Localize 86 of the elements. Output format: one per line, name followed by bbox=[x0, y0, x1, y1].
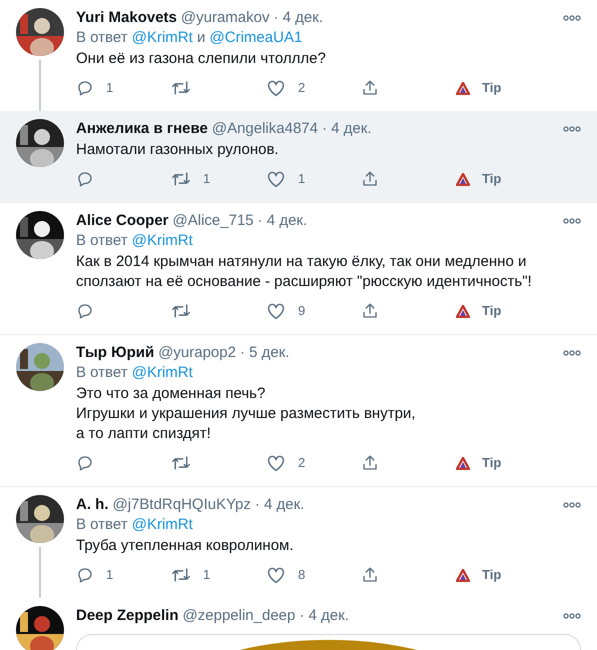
tweet-date[interactable]: · 4 дек. bbox=[273, 8, 323, 28]
reply-context: В ответ @KrimRt bbox=[76, 363, 194, 383]
tweet-date[interactable]: · 4 дек. bbox=[258, 211, 308, 231]
triangle-icon bbox=[456, 568, 470, 582]
reply-context: В ответ @KrimRt bbox=[76, 515, 194, 535]
more-icon[interactable] bbox=[563, 502, 581, 508]
heart-icon bbox=[266, 566, 286, 584]
author-handle[interactable]: @yuramakov bbox=[180, 8, 270, 28]
share-icon bbox=[361, 79, 379, 97]
more-icon[interactable] bbox=[563, 15, 581, 21]
heart-icon bbox=[266, 302, 286, 320]
count: 2 bbox=[298, 79, 306, 98]
retweet-icon bbox=[171, 454, 191, 472]
share-icon bbox=[361, 454, 379, 472]
more-icon[interactable] bbox=[563, 350, 581, 356]
like-button[interactable]: 9 bbox=[266, 301, 361, 321]
retweet-button[interactable]: 1 bbox=[171, 169, 266, 189]
retweet-icon bbox=[171, 170, 191, 188]
heart-icon bbox=[266, 79, 286, 97]
count: 1 bbox=[203, 170, 210, 188]
reply-icon bbox=[76, 454, 94, 472]
retweet-button[interactable]: 1 bbox=[171, 565, 266, 585]
mention-link[interactable]: @KrimRt bbox=[132, 364, 193, 381]
reply-icon bbox=[76, 302, 94, 320]
like-button[interactable]: 2 bbox=[266, 78, 361, 98]
count: 1 bbox=[203, 566, 210, 584]
triangle-icon bbox=[456, 456, 470, 470]
tip-button[interactable]: Tip bbox=[456, 453, 502, 473]
count: 8 bbox=[298, 566, 306, 584]
more-icon[interactable] bbox=[563, 126, 581, 132]
mention-link[interactable]: @KrimRt bbox=[132, 29, 197, 46]
tweet-text: Это что за доменная печь? Игрушки и украшения лучше разместить внутри, а то лапти спиздят! bbox=[76, 384, 416, 444]
more-icon[interactable] bbox=[563, 613, 581, 619]
count: 1 bbox=[106, 566, 114, 584]
author-name[interactable]: Тыр Юрий bbox=[76, 343, 154, 363]
retweet-icon bbox=[171, 79, 191, 97]
author-name[interactable]: Анжелика в гневе bbox=[76, 119, 208, 139]
reply-context: В ответ @KrimRt bbox=[76, 231, 194, 251]
reply-icon bbox=[76, 79, 94, 97]
count: 1 bbox=[106, 79, 114, 98]
mention-link[interactable]: @CrimeaUA1 bbox=[210, 29, 302, 46]
tip-button[interactable]: Tip bbox=[456, 169, 502, 189]
like-button[interactable]: 8 bbox=[266, 565, 361, 585]
tweet-text: Как в 2014 крымчан натянули на такую ёлку, так они медленно и сползают на её основание - расширяют "рюсскую идентичность"! bbox=[76, 252, 533, 292]
heart-icon bbox=[266, 170, 286, 188]
reply-icon bbox=[76, 566, 94, 584]
author-handle[interactable]: @Angelika4874 bbox=[212, 119, 318, 139]
share-icon bbox=[361, 170, 379, 188]
author-name[interactable]: A. h. bbox=[76, 495, 108, 515]
tweet-text: Намотали газонных рулонов. bbox=[76, 140, 280, 160]
author-name[interactable]: Alice Cooper bbox=[76, 211, 169, 231]
like-button[interactable]: 1 bbox=[266, 169, 361, 189]
tip-button[interactable]: Tip bbox=[456, 301, 502, 321]
reply-icon bbox=[76, 170, 94, 188]
share-icon bbox=[361, 302, 379, 320]
author-handle[interactable]: @zeppelin_deep bbox=[182, 606, 296, 626]
tip-button[interactable]: Tip bbox=[456, 565, 502, 585]
mention-link[interactable]: @KrimRt bbox=[132, 516, 193, 533]
retweet-icon bbox=[171, 566, 191, 584]
author-handle[interactable]: @Alice_715 bbox=[172, 211, 254, 231]
count: 9 bbox=[298, 302, 306, 320]
tweet-text: Они её из газона слепили чтоллле? bbox=[76, 49, 327, 69]
author-name[interactable]: Deep Zeppelin bbox=[76, 606, 179, 626]
tweet-date[interactable]: · 5 дек. bbox=[240, 343, 290, 363]
author-handle[interactable]: @yurapop2 bbox=[158, 343, 236, 363]
reply-button[interactable]: 1 bbox=[76, 565, 171, 585]
mention-link[interactable]: @KrimRt bbox=[132, 232, 193, 249]
reply-context: В ответ @KrimRt и @CrimeaUA1 bbox=[76, 28, 304, 48]
tweet-date[interactable]: · 4 дек. bbox=[299, 606, 349, 626]
share-icon bbox=[361, 566, 379, 584]
like-button[interactable]: 2 bbox=[266, 453, 361, 473]
triangle-icon bbox=[456, 304, 470, 318]
author-name[interactable]: Yuri Makovets bbox=[76, 8, 177, 28]
tweet-text: Труба утепленная ковролином. bbox=[76, 536, 295, 556]
reply-button[interactable]: 1 bbox=[76, 78, 171, 98]
retweet-icon bbox=[171, 302, 191, 320]
author-handle[interactable]: @j7BtdRqHQIuKYpz bbox=[112, 495, 251, 515]
count: 1 bbox=[298, 170, 306, 188]
triangle-icon bbox=[456, 82, 470, 94]
heart-icon bbox=[266, 454, 286, 472]
tip-button[interactable]: Tip bbox=[456, 78, 502, 98]
tweet-date[interactable]: · 4 дек. bbox=[322, 119, 372, 139]
triangle-icon bbox=[456, 172, 470, 186]
more-icon[interactable] bbox=[563, 218, 581, 224]
count: 2 bbox=[298, 454, 306, 472]
tweet-date[interactable]: · 4 дек. bbox=[254, 495, 304, 515]
